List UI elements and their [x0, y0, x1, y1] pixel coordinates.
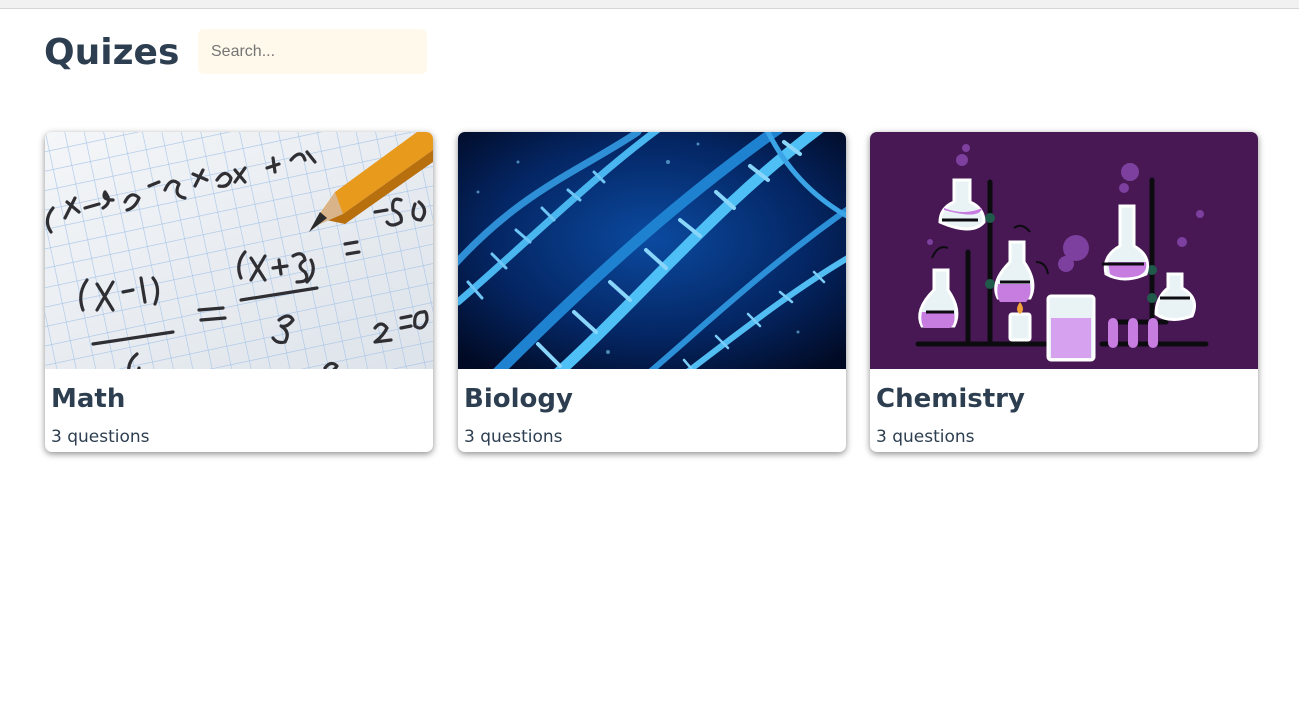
quiz-question-count: 3 questions: [876, 427, 975, 447]
browser-top-bar: [0, 0, 1299, 9]
page-title: Quizes: [44, 32, 180, 73]
quiz-card-title: Math: [51, 384, 126, 414]
search-input[interactable]: [198, 29, 427, 74]
quiz-question-count: 3 questions: [464, 427, 563, 447]
quiz-card-title: Chemistry: [876, 384, 1025, 414]
quiz-question-count: 3 questions: [51, 427, 150, 447]
chemistry-lab-image: [870, 132, 1258, 369]
quiz-card-biology[interactable]: Biology 3 questions: [458, 132, 846, 452]
quiz-card-title: Biology: [464, 384, 573, 414]
quiz-card-math[interactable]: Math 3 questions: [45, 132, 433, 452]
dna-helix-image: [458, 132, 846, 369]
quiz-card-chemistry[interactable]: Chemistry 3 questions: [870, 132, 1258, 452]
math-notebook-image: [45, 132, 433, 369]
